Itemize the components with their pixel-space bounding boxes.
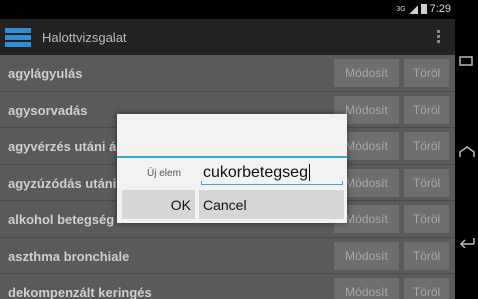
cancel-button[interactable]: Cancel <box>199 190 344 219</box>
app-screen: 3G 7:29 Halottvizsgalat agylágyulás Módo… <box>0 0 455 299</box>
app-icon[interactable] <box>5 27 31 49</box>
item-label: dekompenzált keringés <box>8 285 152 299</box>
back-icon[interactable] <box>459 236 475 248</box>
item-label: alkohol betegség <box>8 212 115 227</box>
status-bar: 3G 7:29 <box>0 0 455 19</box>
signal-icon <box>408 4 418 14</box>
status-icons: 3G 7:29 <box>396 3 451 15</box>
delete-button[interactable]: Töröl <box>404 95 449 124</box>
delete-button[interactable]: Töröl <box>404 241 449 270</box>
list-item: aszthma bronchiale Módosít Töröl <box>0 238 455 274</box>
recent-apps-icon[interactable] <box>459 55 473 67</box>
input-underline <box>201 181 343 185</box>
clock: 7:29 <box>429 3 451 15</box>
new-item-label: Új elem <box>147 168 181 179</box>
dialog-divider <box>117 156 347 158</box>
modify-button[interactable]: Módosít <box>334 278 399 299</box>
item-label: agysorvadás <box>8 102 88 118</box>
delete-button[interactable]: Töröl <box>404 168 449 197</box>
delete-button[interactable]: Töröl <box>404 278 449 299</box>
delete-button[interactable]: Töröl <box>404 59 449 87</box>
modify-button[interactable]: Módosít <box>334 241 399 270</box>
delete-button[interactable]: Töröl <box>404 132 449 160</box>
navigation-bar <box>455 0 478 299</box>
home-icon[interactable] <box>459 146 475 158</box>
new-item-input[interactable]: cukorbetegseg <box>203 162 343 184</box>
item-label: agyvérzés utáni á <box>8 139 117 154</box>
battery-icon <box>420 4 427 14</box>
new-item-value: cukorbetegseg <box>203 164 308 181</box>
item-label: aszthma bronchiale <box>8 248 130 264</box>
item-label: agylágyulás <box>8 66 83 81</box>
network-label: 3G <box>396 5 406 13</box>
app-title: Halottvizsgalat <box>42 30 127 45</box>
modify-button[interactable]: Módosít <box>334 59 399 87</box>
overflow-menu-icon[interactable] <box>437 30 441 44</box>
delete-button[interactable]: Töröl <box>404 205 449 233</box>
ok-button[interactable]: OK <box>122 190 195 219</box>
text-cursor <box>308 164 310 182</box>
new-item-dialog: Új elem cukorbetegseg OK Cancel <box>117 114 347 223</box>
item-label: agyzúzódás utáni <box>8 175 117 191</box>
list-item: dekompenzált keringés Módosít Töröl <box>0 274 455 299</box>
list-item: agylágyulás Módosít Töröl <box>0 55 455 92</box>
